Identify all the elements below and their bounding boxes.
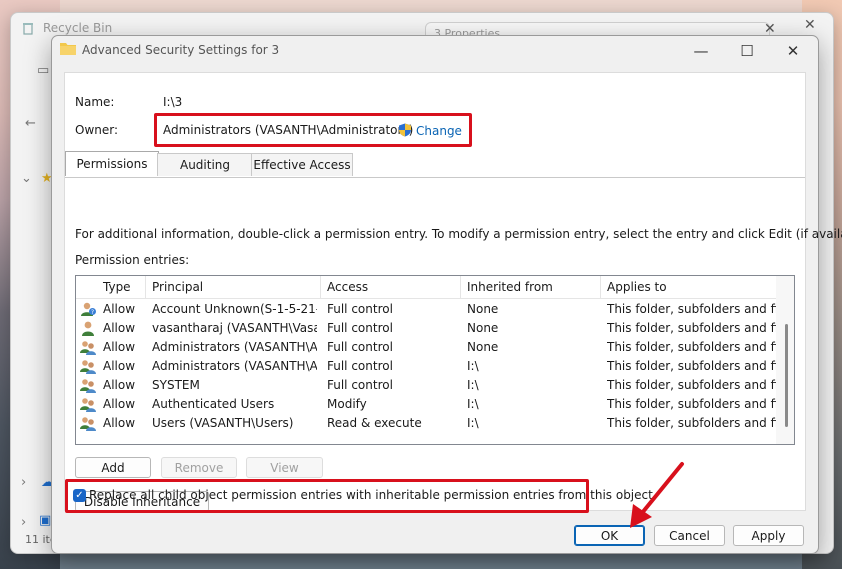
cell-applies: This folder, subfolders and files [607,378,795,392]
dialog-title: Advanced Security Settings for 3 [82,43,280,57]
cell-access: Modify [327,397,367,411]
name-label: Name: [75,95,115,109]
table-row[interactable]: Allow SYSTEM Full control I:\ This folder, s… [76,376,794,395]
tab-effective-access[interactable]: Effective Access [251,153,353,176]
table-row[interactable]: Allow Administrators (VASANTH\A... Full co… [76,338,794,357]
apply-button[interactable]: Apply [733,525,804,546]
column-header-type[interactable]: Type [97,276,146,298]
cell-principal: vasantharaj (VASANTH\Vasan... [152,321,317,335]
add-button[interactable]: Add [75,457,151,478]
cell-applies: This folder, subfolders and files [607,321,795,335]
close-button[interactable]: ✕ [770,38,816,64]
cell-principal: Users (VASANTH\Users) [152,416,294,430]
column-header-principal[interactable]: Principal [146,276,321,298]
remove-button[interactable]: Remove [161,457,237,478]
advanced-security-settings-dialog: Advanced Security Settings for 3 — ☐ ✕ N… [51,35,842,554]
dialog-content: Name: I:\3 Owner: Administrators (VASANT… [64,72,842,512]
chevron-down-icon[interactable]: ⌄ [21,171,32,186]
recycle-bin-titlebar: Recycle Bin [21,21,112,35]
tab-permissions[interactable]: Permissions [65,151,159,176]
cell-inherited: None [467,340,499,354]
cell-type: Allow [103,321,136,335]
cell-type: Allow [103,378,136,392]
table-row[interactable]: Allow Administrators (VASANTH\A... Full co… [76,357,794,376]
table-row[interactable]: Allow Authenticated Users Modify I:\ This fo… [76,395,794,414]
group-icon [80,340,96,355]
cell-applies: This folder, subfolders and files [607,340,795,354]
recycle-bin-title: Recycle Bin [43,21,113,35]
cell-type: Allow [103,359,136,373]
name-value: I:\3 [163,95,183,109]
recycle-bin-icon [23,23,33,35]
red-arrow-annotation [630,462,684,528]
chevron-right-icon[interactable]: › [21,475,26,490]
unknown-user-icon: ? [80,302,96,317]
cell-access: Full control [327,359,393,373]
cell-principal: Administrators (VASANTH\A... [152,359,317,373]
cell-inherited: None [467,302,499,316]
column-header-inherited-from[interactable]: Inherited from [461,276,601,298]
group-icon [80,359,96,374]
owner-label: Owner: [75,123,119,137]
cell-inherited: I:\ [467,416,479,430]
cell-principal: SYSTEM [152,378,200,392]
column-header-applies-to[interactable]: Applies to [601,276,779,298]
group-icon [80,397,96,412]
scrollbar-thumb[interactable] [785,324,788,427]
cell-type: Allow [103,397,136,411]
cell-applies: This folder, subfolders and files [607,302,795,316]
folder-icon [60,43,76,55]
group-icon [80,378,96,393]
cell-type: Allow [103,340,136,354]
column-header-access[interactable]: Access [321,276,461,298]
cell-applies: This folder, subfolders and files [607,359,795,373]
user-icon [80,321,96,336]
permission-entries-list[interactable]: Type Principal Access Inherited from App… [75,275,795,445]
dialog-titlebar: Advanced Security Settings for 3 — ☐ ✕ [52,36,818,66]
replace-highlight-box [65,479,589,513]
cell-inherited: I:\ [467,378,479,392]
cell-access: Read & execute [327,416,422,430]
svg-text:?: ? [91,309,94,316]
group-icon [80,416,96,431]
tab-auditing[interactable]: Auditing [157,153,253,176]
cell-access: Full control [327,321,393,335]
cell-applies: This folder, subfolders and files [607,416,795,430]
cell-type: Allow [103,302,136,316]
list-header: Type Principal Access Inherited from App… [76,276,779,299]
camera-icon: ▭ [37,63,50,78]
view-button[interactable]: View [246,457,323,478]
chevron-right-icon[interactable]: › [21,515,26,530]
info-text: For additional information, double-click… [75,227,842,241]
minimize-button[interactable]: — [678,38,724,64]
cell-inherited: None [467,321,499,335]
this-pc-icon: ▣ [39,513,52,528]
cell-access: Full control [327,302,393,316]
table-row[interactable]: ? Allow Account Unknown(S-1-5-21-... Full c… [76,300,794,319]
cell-applies: This folder, subfolders and files [607,397,795,411]
cell-principal: Administrators (VASANTH\A... [152,340,317,354]
maximize-button[interactable]: ☐ [724,38,770,64]
scrollbar[interactable] [776,276,794,444]
cell-access: Full control [327,378,393,392]
owner-highlight-box [154,113,472,147]
cell-type: Allow [103,416,136,430]
back-arrow-icon[interactable]: ← [25,116,36,131]
cell-inherited: I:\ [467,359,479,373]
tab-divider [65,177,805,178]
cell-access: Full control [327,340,393,354]
permission-entries-label: Permission entries: [75,253,190,267]
table-row[interactable]: Allow Users (VASANTH\Users) Read & execute… [76,414,794,433]
cell-principal: Authenticated Users [152,397,275,411]
table-row[interactable]: Allow vasantharaj (VASANTH\Vasan... Full c… [76,319,794,338]
icon-column-header [76,276,98,298]
cell-inherited: I:\ [467,397,479,411]
explorer-close-icon[interactable]: ✕ [804,17,816,33]
cell-principal: Account Unknown(S-1-5-21-... [152,302,317,316]
